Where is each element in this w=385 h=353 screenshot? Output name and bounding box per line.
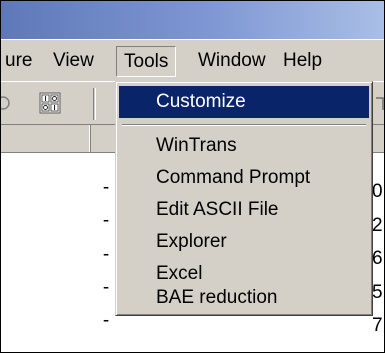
menu-bar: ure View Tools Window Help: [1, 39, 384, 81]
list-cell-value: -: [102, 244, 110, 265]
partial-toolbar-icon[interactable]: [1, 93, 13, 119]
menu-item-structure[interactable]: ure: [1, 46, 39, 77]
list-cell-value: -: [102, 277, 110, 298]
title-bar[interactable]: [1, 1, 384, 39]
tools-menu-dropdown: Customize WinTrans Command Prompt Edit A…: [115, 81, 373, 316]
menu-separator: [122, 124, 366, 126]
tools-menu-item-customize[interactable]: Customize: [119, 86, 369, 118]
menu-item-tools[interactable]: Tools: [116, 46, 177, 77]
tools-menu-item-wintrans[interactable]: WinTrans: [119, 130, 369, 162]
column-header[interactable]: [1, 125, 91, 152]
menu-item-window[interactable]: Window: [191, 46, 273, 77]
tools-menu-item-edit-ascii-file[interactable]: Edit ASCII File: [119, 194, 369, 226]
tools-menu-item-bae-reduction[interactable]: BAE reduction: [119, 282, 369, 314]
list-cell-value: 2: [372, 215, 383, 236]
tools-menu-item-explorer[interactable]: Explorer: [119, 226, 369, 258]
tools-menu-item-command-prompt[interactable]: Command Prompt: [119, 162, 369, 194]
list-cell-value: 0: [372, 181, 383, 202]
list-cell-value: 6: [372, 248, 383, 269]
binary-grid-icon[interactable]: [39, 92, 61, 120]
menu-item-help[interactable]: Help: [276, 46, 329, 77]
list-cell-value: 7: [372, 315, 383, 336]
partial-toolbar-icon-right[interactable]: [375, 94, 384, 120]
list-cell-value: 5: [372, 282, 383, 303]
menu-item-view[interactable]: View: [46, 46, 101, 77]
toolbar-separator: [93, 88, 96, 120]
list-cell-value: -: [102, 210, 110, 231]
list-cell-value: -: [102, 177, 110, 198]
list-cell-value: -: [102, 310, 110, 331]
application-window: ure View Tools Window Help - - - - - 0 2…: [0, 0, 385, 353]
